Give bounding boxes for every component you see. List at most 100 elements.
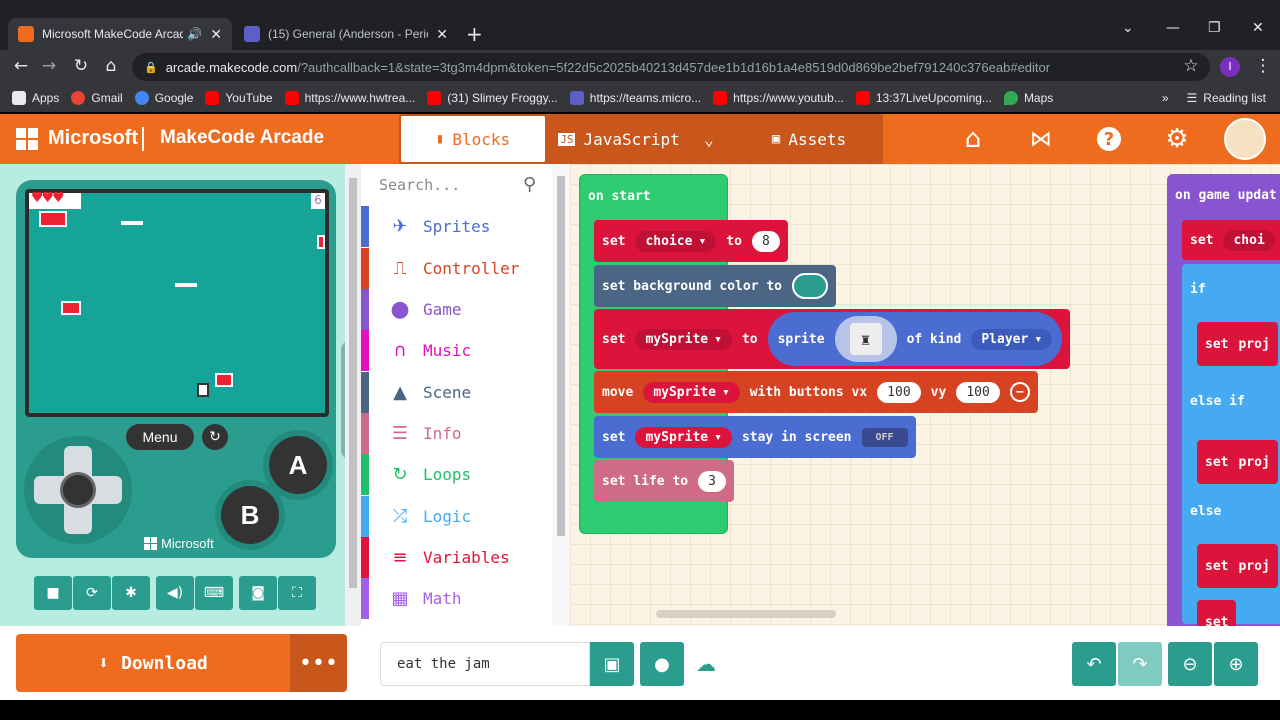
color-picker[interactable] bbox=[792, 273, 829, 299]
redo-button[interactable]: ↷ bbox=[1118, 642, 1162, 686]
bookmark-maps[interactable]: Maps bbox=[1003, 91, 1053, 105]
language-dropdown[interactable]: ⌄ bbox=[689, 116, 729, 162]
category-variables[interactable]: ≡ Variables bbox=[361, 537, 553, 578]
forward-icon[interactable]: → bbox=[38, 56, 60, 76]
category-math[interactable]: ▦ Math bbox=[361, 578, 553, 619]
tab-javascript[interactable]: JS JavaScript bbox=[549, 116, 689, 162]
gear-icon[interactable]: ⚙ bbox=[1160, 122, 1194, 156]
menu-button[interactable]: Menu bbox=[126, 424, 194, 450]
scrollbar-thumb[interactable] bbox=[557, 176, 565, 536]
speaker-icon[interactable]: 🔊 bbox=[187, 27, 202, 41]
more-bookmarks-icon[interactable]: » bbox=[1162, 91, 1169, 105]
sprite-create-block[interactable]: sprite ♜ of kind Player ▾ bbox=[767, 312, 1063, 366]
screenshot-button[interactable]: ◙ bbox=[239, 576, 277, 610]
a-button[interactable]: A bbox=[269, 436, 327, 494]
set-background-color-block[interactable]: set background color to bbox=[594, 265, 837, 307]
set-life-block[interactable]: set life to 3 bbox=[594, 460, 734, 502]
keyboard-button[interactable]: ⌨ bbox=[195, 576, 233, 610]
category-scrollbar[interactable] bbox=[552, 164, 570, 626]
bookmark-slimey[interactable]: (31) Slimey Froggy... bbox=[427, 91, 558, 105]
browser-menu-icon[interactable]: ⋮ bbox=[1252, 56, 1274, 76]
tab-blocks[interactable]: ▮ Blocks bbox=[401, 116, 545, 162]
minimize-icon[interactable]: — bbox=[1166, 20, 1180, 36]
reading-list[interactable]: ☰ Reading list bbox=[1187, 91, 1266, 105]
back-icon[interactable]: ← bbox=[10, 56, 32, 76]
mute-button[interactable]: ◀) bbox=[156, 576, 194, 610]
profile-avatar[interactable]: I bbox=[1220, 57, 1240, 77]
stay-in-screen-block[interactable]: set mySprite ▾ stay in screen OFF bbox=[594, 416, 916, 458]
tab-search-icon[interactable]: ⌄ bbox=[1122, 20, 1134, 36]
number-input[interactable]: 8 bbox=[751, 230, 780, 252]
sprite-image-picker[interactable]: ♜ bbox=[834, 316, 897, 362]
reload-icon[interactable]: ↻ bbox=[70, 56, 92, 76]
set-projectile-block[interactable]: set proj bbox=[1197, 440, 1278, 484]
number-input[interactable]: 100 bbox=[877, 381, 921, 403]
user-avatar[interactable] bbox=[1224, 118, 1266, 160]
browser-tab-teams[interactable]: (15) General (Anderson - Period 7 ✕ bbox=[234, 18, 458, 50]
brand-label[interactable]: Microsoft bbox=[48, 127, 138, 150]
set-choice-block[interactable]: set choi bbox=[1182, 220, 1280, 260]
close-tab-icon[interactable]: ✕ bbox=[210, 26, 222, 43]
toolbox-scrollbar[interactable] bbox=[345, 164, 361, 626]
home-icon[interactable]: ⌂ bbox=[100, 56, 122, 76]
bookmark-youtube-2[interactable]: https://www.youtub... bbox=[713, 91, 844, 105]
bookmark-gmail[interactable]: Gmail bbox=[71, 91, 123, 105]
share-icon[interactable]: ⋈ bbox=[1024, 122, 1058, 156]
stop-button[interactable]: ■ bbox=[34, 576, 72, 610]
restart-button[interactable]: ⟳ bbox=[73, 576, 111, 610]
bookmark-teams[interactable]: https://teams.micro... bbox=[569, 91, 701, 105]
address-bar[interactable]: 🔒 arcade.makecode.com/?authcallback=1&st… bbox=[132, 53, 1210, 81]
bookmark-live[interactable]: 13:37LiveUpcoming... bbox=[855, 91, 992, 105]
number-input[interactable]: 3 bbox=[698, 470, 726, 492]
minus-icon[interactable]: − bbox=[1009, 382, 1030, 402]
help-icon[interactable]: ? bbox=[1092, 122, 1126, 156]
kind-dropdown[interactable]: Player ▾ bbox=[971, 328, 1053, 350]
new-tab-icon[interactable]: + bbox=[466, 22, 483, 46]
fullscreen-button[interactable]: ⛶ bbox=[278, 576, 316, 610]
workspace-horizontal-scrollbar[interactable] bbox=[656, 610, 836, 618]
move-with-buttons-block[interactable]: move mySprite ▾ with buttons vx 100 vy 10… bbox=[594, 371, 1038, 413]
close-tab-icon[interactable]: ✕ bbox=[436, 26, 448, 43]
project-name-input[interactable]: eat the jam bbox=[380, 642, 590, 686]
browser-tab-makecode[interactable]: Microsoft MakeCode Arcade 🔊 ✕ bbox=[8, 18, 232, 50]
product-title[interactable]: MakeCode Arcade bbox=[160, 127, 324, 149]
bookmark-youtube[interactable]: YouTube bbox=[205, 91, 273, 105]
set-mysprite-block[interactable]: set mySprite ▾ to sprite ♜ of kind Player… bbox=[594, 309, 1071, 369]
variable-dropdown[interactable]: mySprite ▾ bbox=[643, 381, 740, 403]
toggle-switch[interactable]: OFF bbox=[861, 427, 908, 447]
more-options-button[interactable]: ••• bbox=[290, 634, 347, 692]
home-icon[interactable]: ⌂ bbox=[956, 122, 990, 156]
save-button[interactable]: ▣ bbox=[590, 642, 634, 686]
category-sprites[interactable]: ✈ Sprites bbox=[361, 206, 553, 247]
bookmark-google[interactable]: Google bbox=[134, 91, 193, 105]
bookmark-hwtrea[interactable]: https://www.hwtrea... bbox=[284, 91, 415, 105]
set-projectile-block[interactable]: set proj bbox=[1197, 544, 1278, 588]
search-icon[interactable]: ⚲ bbox=[523, 174, 536, 195]
variable-dropdown[interactable]: mySprite ▾ bbox=[635, 426, 732, 448]
category-music[interactable]: ∩ Music bbox=[361, 330, 553, 371]
category-scene[interactable]: ▲ Scene bbox=[361, 372, 553, 413]
download-button[interactable]: ⬇ Download bbox=[16, 634, 290, 692]
dpad[interactable] bbox=[24, 436, 132, 544]
bookmark-apps[interactable]: Apps bbox=[12, 91, 59, 105]
b-button[interactable]: B bbox=[221, 486, 279, 544]
set-choice-block[interactable]: set choice ▾ to 8 bbox=[594, 220, 788, 262]
category-loops[interactable]: ↻ Loops bbox=[361, 454, 553, 495]
zoom-in-button[interactable]: ⊕ bbox=[1214, 642, 1258, 686]
close-window-icon[interactable]: ✕ bbox=[1252, 20, 1264, 36]
restore-icon[interactable]: ❐ bbox=[1208, 20, 1221, 36]
dpad-center[interactable] bbox=[60, 472, 96, 508]
set-projectile-block[interactable]: set proj bbox=[1197, 322, 1278, 366]
bookmark-star-icon[interactable]: ☆ bbox=[1180, 56, 1202, 76]
game-canvas[interactable]: ♥♥♥ 6 bbox=[29, 190, 325, 413]
debug-button[interactable]: ✱ bbox=[112, 576, 150, 610]
github-button[interactable]: ● bbox=[640, 642, 684, 686]
variable-dropdown[interactable]: mySprite ▾ bbox=[635, 328, 732, 350]
scrollbar-thumb[interactable] bbox=[349, 178, 357, 588]
tab-assets[interactable]: ▣ Assets bbox=[735, 116, 883, 162]
category-info[interactable]: ☰ Info bbox=[361, 413, 553, 454]
variable-dropdown[interactable]: choi bbox=[1223, 229, 1275, 251]
category-game[interactable]: ● Game bbox=[361, 289, 553, 330]
category-logic[interactable]: ⤮ Logic bbox=[361, 496, 553, 537]
set-projectile-block[interactable]: set bbox=[1197, 600, 1237, 626]
